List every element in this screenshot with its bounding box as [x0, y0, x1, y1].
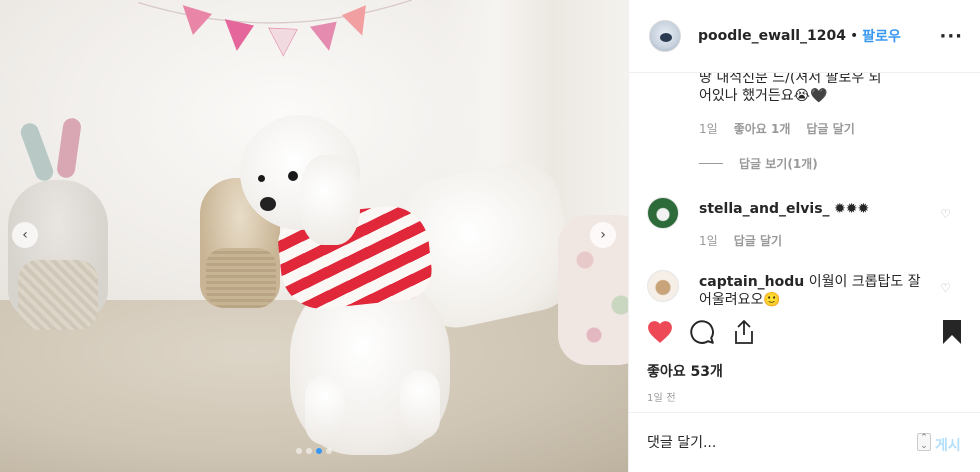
comment-text: 이월이 크롭탑도 잘 [808, 274, 921, 290]
reply-link[interactable]: 답글 달기 [734, 232, 782, 249]
comment-username[interactable]: captain_hodu [699, 274, 804, 290]
comment-input[interactable] [647, 429, 917, 457]
comment-like-heart-icon[interactable]: ♡ [940, 281, 951, 295]
caption-meta: 1일 좋아요 1개 답글 달기 [699, 120, 855, 137]
chevron-left-icon: ‹ [22, 227, 28, 243]
poodle-dog [230, 115, 460, 455]
bunny-plush [8, 180, 108, 330]
input-scroll-icon: ⌃ ⌄ [917, 433, 931, 451]
chevron-right-icon: › [600, 227, 606, 243]
list-item: stella_and_elvis_ ✹✹✹ [699, 200, 869, 218]
comment-time: 1일 [699, 234, 718, 248]
avatar[interactable] [647, 270, 679, 302]
heart-filled-icon [648, 321, 672, 343]
comment-button[interactable] [687, 318, 717, 346]
comment-bubble-icon [690, 320, 714, 344]
comment-time: 1일 [699, 122, 718, 136]
bunting-decoration [137, 0, 413, 57]
bookmark-icon [943, 320, 961, 344]
comment-like-heart-icon[interactable]: ♡ [940, 207, 951, 221]
save-button[interactable] [939, 318, 965, 346]
share-icon [735, 320, 753, 344]
carousel-dots [0, 448, 628, 454]
caption-text: 땅 내석신분 느/(셔서 팔로우 되 어있나 했거든요😭🖤 [699, 73, 882, 104]
carousel-dot [296, 448, 302, 454]
comments-list[interactable]: 땅 내석신분 느/(셔서 팔로우 되 어있나 했거든요😭🖤 1일 좋아요 1개 … [629, 73, 980, 315]
comment-form: ⌃⌄ 게시 [629, 412, 980, 472]
like-button[interactable] [645, 318, 675, 346]
view-replies-label: 답글 보기(1개) [739, 157, 818, 171]
carousel-next-button[interactable]: › [590, 222, 616, 248]
view-replies-button[interactable]: 답글 보기(1개) [699, 155, 818, 172]
comment-username[interactable]: stella_and_elvis_ [699, 201, 830, 217]
replies-divider [699, 163, 723, 164]
post-username[interactable]: poodle_ewall_1204 [698, 28, 846, 44]
follow-button[interactable]: 팔로우 [862, 26, 901, 46]
post-comment-button[interactable]: 게시 [935, 435, 961, 455]
comment-likes-link[interactable]: 좋아요 1개 [734, 120, 791, 137]
more-dots-icon[interactable]: ··· [939, 26, 963, 47]
action-bar [629, 315, 980, 355]
carousel-dot [326, 448, 332, 454]
comment-text: ✹✹✹ [834, 201, 870, 217]
avatar[interactable] [649, 20, 681, 52]
post-header: poodle_ewall_1204 • 팔로우 ··· [629, 0, 980, 73]
share-button[interactable] [729, 318, 759, 346]
separator-dot: • [850, 28, 859, 44]
reply-link[interactable]: 답글 달기 [806, 120, 854, 137]
comment-meta: 1일 답글 달기 [699, 232, 782, 249]
carousel-dot [306, 448, 312, 454]
comment-text-continued: 어울려요오🙂 [699, 292, 781, 308]
carousel-prev-button[interactable]: ‹ [12, 222, 38, 248]
post-side-panel: poodle_ewall_1204 • 팔로우 ··· 땅 내석신분 느/(셔서… [628, 0, 980, 472]
post-photo[interactable]: ‹ › [0, 0, 628, 472]
avatar[interactable] [647, 197, 679, 229]
likes-count[interactable]: 좋아요 53개 [647, 361, 723, 381]
post-date: 1일 전 [647, 393, 676, 404]
carousel-dot [316, 448, 322, 454]
list-item: captain_hodu 이월이 크롭탑도 잘 어울려요오🙂 [699, 273, 929, 309]
